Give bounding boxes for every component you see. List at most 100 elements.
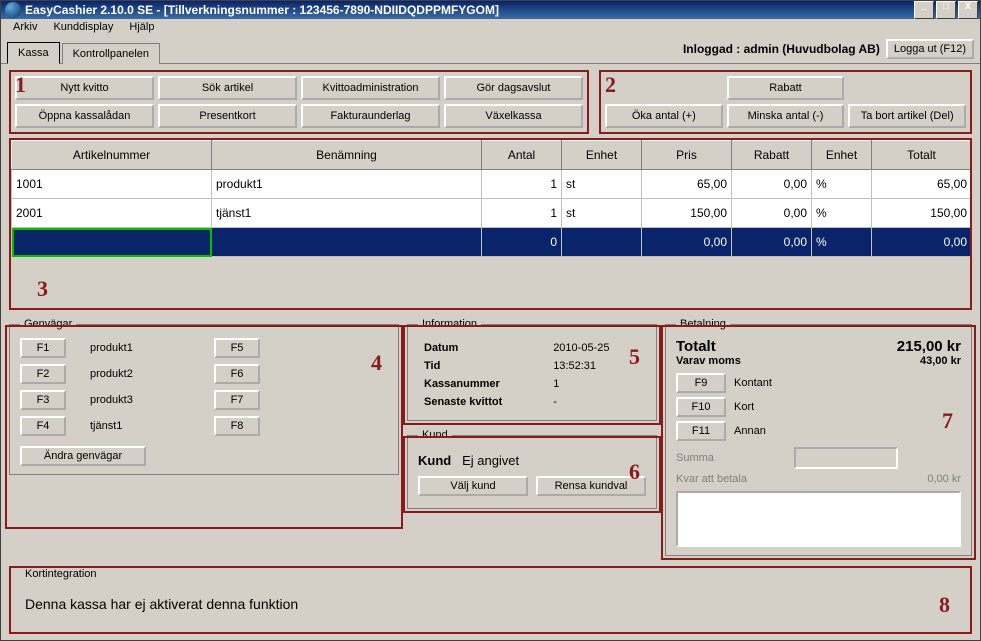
col-benamning[interactable]: Benämning: [212, 141, 482, 170]
payment-remaining-value: 0,00 kr: [927, 473, 961, 485]
cell-rab[interactable]: 0,00: [732, 199, 812, 228]
cell-ant[interactable]: 0: [482, 228, 562, 257]
open-drawer-button[interactable]: Öppna kassalådan: [15, 104, 154, 128]
shortcut-f1-label: produkt1: [90, 342, 190, 354]
pay-f11-label: Annan: [734, 425, 766, 437]
section-number-2: 2: [605, 72, 616, 98]
tab-kassa[interactable]: Kassa: [7, 42, 60, 64]
cell-enh[interactable]: st: [562, 199, 642, 228]
edit-shortcuts-button[interactable]: Ändra genvägar: [20, 446, 146, 466]
gift-card-button[interactable]: Presentkort: [158, 104, 297, 128]
cell-art[interactable]: 1001: [12, 170, 212, 199]
card-integration-legend: Kortintegration: [21, 568, 101, 580]
window-title: EasyCashier 2.10.0 SE - [Tillverkningsnu…: [25, 3, 912, 17]
table-row[interactable]: 2001 tjänst1 1 st 150,00 0,00 % 150,00: [12, 199, 972, 228]
cell-enh[interactable]: st: [562, 170, 642, 199]
app-icon: [5, 2, 21, 18]
cell-ben[interactable]: tjänst1: [212, 199, 482, 228]
cell-art[interactable]: 2001: [12, 199, 212, 228]
payment-legend: Betalning: [676, 318, 730, 330]
cell-enh2[interactable]: %: [812, 228, 872, 257]
pay-f10-button[interactable]: F10: [676, 397, 726, 417]
payment-remaining-label: Kvar att betala: [676, 473, 747, 485]
cell-ben[interactable]: [212, 228, 482, 257]
shortcuts-legend: Genvägar: [20, 318, 76, 330]
shortcut-f6[interactable]: F6: [214, 364, 260, 384]
maximize-button[interactable]: □: [936, 1, 956, 19]
shortcut-f2-label: produkt2: [90, 368, 190, 380]
info-time-label: Tid: [420, 358, 547, 374]
logout-button[interactable]: Logga ut (F12): [886, 39, 974, 59]
login-status: Inloggad : admin (Huvudbolag AB): [683, 42, 880, 56]
invoice-basis-button[interactable]: Fakturaunderlag: [301, 104, 440, 128]
cell-pris[interactable]: 0,00: [642, 228, 732, 257]
remove-article-button[interactable]: Ta bort artikel (Del): [848, 104, 966, 128]
information-legend: Information: [418, 318, 481, 330]
cell-enh2[interactable]: %: [812, 199, 872, 228]
cell-pris[interactable]: 65,00: [642, 170, 732, 199]
col-antal[interactable]: Antal: [482, 141, 562, 170]
cell-rab[interactable]: 0,00: [732, 170, 812, 199]
shortcut-f1[interactable]: F1: [20, 338, 66, 358]
col-pris[interactable]: Pris: [642, 141, 732, 170]
pay-f9-button[interactable]: F9: [676, 373, 726, 393]
change-cash-button[interactable]: Växelkassa: [444, 104, 583, 128]
col-rabatt[interactable]: Rabatt: [732, 141, 812, 170]
cell-ant[interactable]: 1: [482, 199, 562, 228]
shortcut-f2[interactable]: F2: [20, 364, 66, 384]
info-last-receipt-label: Senaste kvittot: [420, 394, 547, 410]
cell-enh[interactable]: [562, 228, 642, 257]
shortcut-f3[interactable]: F3: [20, 390, 66, 410]
receipt-grid-section: 3 Artikelnummer Benämning Antal Enhet Pr…: [9, 138, 972, 310]
day-end-button[interactable]: Gör dagsavslut: [444, 76, 583, 100]
cell-tot[interactable]: 65,00: [872, 170, 972, 199]
payment-total-label: Totalt: [676, 338, 716, 355]
col-enhet2[interactable]: Enhet: [812, 141, 872, 170]
table-row[interactable]: 1001 produkt1 1 st 65,00 0,00 % 65,00: [12, 170, 972, 199]
section-number-3: 3: [37, 276, 48, 302]
increase-qty-button[interactable]: Öka antal (+): [605, 104, 723, 128]
shortcut-f4[interactable]: F4: [20, 416, 66, 436]
clear-customer-button[interactable]: Rensa kundval: [536, 476, 646, 496]
customer-label: Kund: [418, 453, 451, 468]
payment-group: Betalning 7 Totalt 215,00 kr Varav moms …: [665, 318, 972, 556]
customer-group: Kund 6 Kund Ej angivet Välj kund Rensa k…: [407, 429, 657, 509]
cell-pris[interactable]: 150,00: [642, 199, 732, 228]
info-time-value: 13:52:31: [549, 358, 644, 374]
cell-enh2[interactable]: %: [812, 170, 872, 199]
search-article-button[interactable]: Sök artikel: [158, 76, 297, 100]
info-date-label: Datum: [420, 340, 547, 356]
payment-sum-input[interactable]: [794, 447, 898, 469]
col-artikelnummer[interactable]: Artikelnummer: [12, 141, 212, 170]
close-button[interactable]: X: [958, 1, 978, 19]
col-totalt[interactable]: Totalt: [872, 141, 972, 170]
decrease-qty-button[interactable]: Minska antal (-): [727, 104, 845, 128]
new-receipt-button[interactable]: Nytt kvitto: [15, 76, 154, 100]
shortcut-f5[interactable]: F5: [214, 338, 260, 358]
table-row-selected[interactable]: 0 0,00 0,00 % 0,00: [12, 228, 972, 257]
cell-art-input[interactable]: [12, 228, 212, 257]
payment-note-input[interactable]: [676, 491, 961, 547]
cell-tot[interactable]: 0,00: [872, 228, 972, 257]
card-integration-group: Kortintegration 8 Denna kassa har ej akt…: [11, 568, 970, 632]
menu-arkiv[interactable]: Arkiv: [5, 19, 45, 35]
menu-hjalp[interactable]: Hjälp: [121, 19, 162, 35]
shortcut-f7[interactable]: F7: [214, 390, 260, 410]
tab-kontrollpanelen[interactable]: Kontrollpanelen: [62, 43, 160, 64]
minimize-button[interactable]: _: [914, 1, 934, 19]
shortcut-f8[interactable]: F8: [214, 416, 260, 436]
receipt-admin-button[interactable]: Kvittoadministration: [301, 76, 440, 100]
cell-ben[interactable]: produkt1: [212, 170, 482, 199]
discount-button[interactable]: Rabatt: [727, 76, 845, 100]
col-enhet[interactable]: Enhet: [562, 141, 642, 170]
info-last-receipt-value: -: [549, 394, 644, 410]
choose-customer-button[interactable]: Välj kund: [418, 476, 528, 496]
receipt-grid[interactable]: Artikelnummer Benämning Antal Enhet Pris…: [11, 140, 972, 257]
info-register-label: Kassanummer: [420, 376, 547, 392]
menu-kunddisplay[interactable]: Kunddisplay: [45, 19, 121, 35]
cell-ant[interactable]: 1: [482, 170, 562, 199]
cell-tot[interactable]: 150,00: [872, 199, 972, 228]
cell-rab[interactable]: 0,00: [732, 228, 812, 257]
customer-legend: Kund: [418, 429, 452, 441]
pay-f11-button[interactable]: F11: [676, 421, 726, 441]
